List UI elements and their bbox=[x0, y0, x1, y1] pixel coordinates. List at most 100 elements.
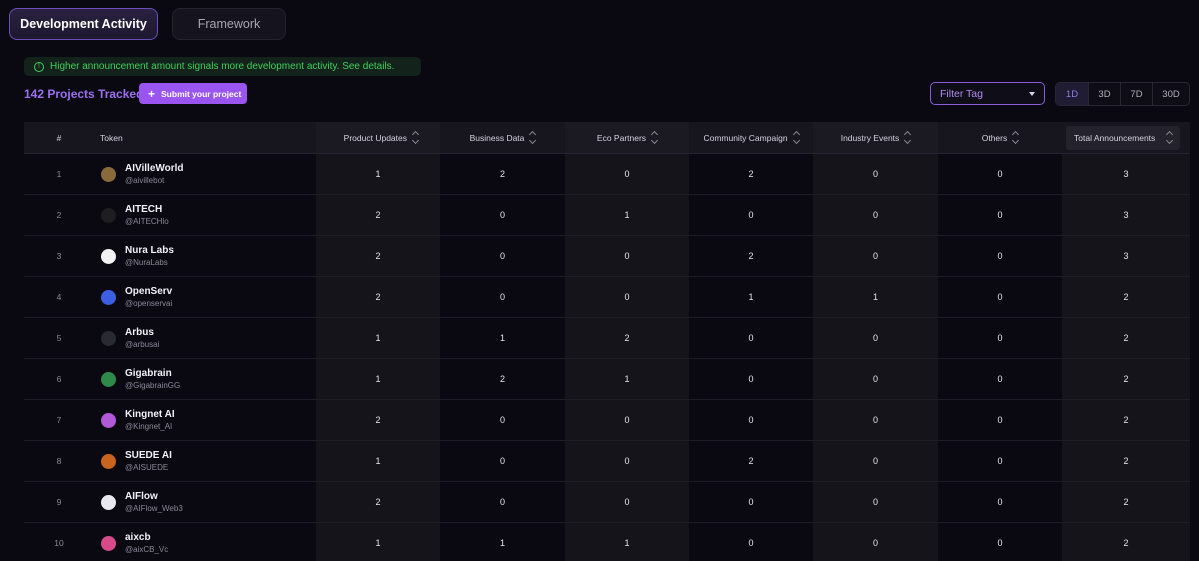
community-campaign-value: 0 bbox=[748, 538, 754, 548]
industry-events-value: 0 bbox=[872, 497, 878, 507]
tab-framework[interactable]: Framework bbox=[172, 8, 286, 40]
business-data-value: 0 bbox=[499, 497, 505, 507]
col-industry-events-label: Industry Events bbox=[840, 132, 900, 143]
col-industry-events-header[interactable]: Industry Events bbox=[813, 122, 938, 153]
token-avatar bbox=[101, 207, 116, 223]
industry-events-cell: 0 bbox=[813, 441, 938, 481]
token-name[interactable]: Gigabrain bbox=[125, 367, 180, 380]
table-header: # Token Product Updates Business Data Ec… bbox=[24, 122, 1190, 154]
token-name[interactable]: OpenServ bbox=[125, 285, 172, 298]
community-campaign-cell: 1 bbox=[689, 277, 813, 317]
industry-events-value: 0 bbox=[872, 251, 878, 261]
others-value: 0 bbox=[997, 497, 1003, 507]
token-name[interactable]: AITECH bbox=[125, 203, 169, 216]
business-data-value: 0 bbox=[499, 415, 505, 425]
table-row[interactable]: 5 Arbus @arbusai 1 1 2 0 0 0 2 bbox=[24, 318, 1190, 359]
community-campaign-cell: 2 bbox=[689, 441, 813, 481]
token-name[interactable]: Kingnet AI bbox=[125, 408, 175, 421]
total-announcements-value: 2 bbox=[1123, 456, 1129, 466]
eco-partners-value: 0 bbox=[624, 497, 630, 507]
table-row[interactable]: 7 Kingnet AI @Kingnet_AI 2 0 0 0 0 0 2 bbox=[24, 400, 1190, 441]
total-announcements-value: 3 bbox=[1123, 251, 1129, 261]
table-row[interactable]: 2 AITECH @AITECHio 2 0 1 0 0 0 3 bbox=[24, 195, 1190, 236]
col-eco-partners-header[interactable]: Eco Partners bbox=[565, 122, 689, 153]
eco-partners-value: 0 bbox=[624, 456, 630, 466]
eco-partners-cell: 0 bbox=[565, 154, 689, 194]
filter-tag-dropdown[interactable]: Filter Tag bbox=[930, 82, 1045, 105]
business-data-value: 2 bbox=[499, 374, 505, 384]
product-updates-cell: 1 bbox=[316, 523, 440, 561]
industry-events-value: 0 bbox=[872, 415, 878, 425]
col-total-announcements-header[interactable]: Total Announcements bbox=[1062, 122, 1190, 153]
product-updates-cell: 2 bbox=[316, 482, 440, 522]
business-data-cell: 1 bbox=[440, 318, 565, 358]
total-announcements-cell: 2 bbox=[1062, 441, 1190, 481]
others-cell: 0 bbox=[938, 523, 1062, 561]
col-total-announcements-label: Total Announcements bbox=[1074, 132, 1156, 143]
col-business-data-header[interactable]: Business Data bbox=[440, 122, 565, 153]
token-name[interactable]: AIFlow bbox=[125, 490, 183, 503]
business-data-cell: 2 bbox=[440, 154, 565, 194]
others-cell: 0 bbox=[938, 400, 1062, 440]
token-cell: Nura Labs @NuraLabs bbox=[94, 236, 316, 276]
token-cell: AIVilleWorld @aivillebot bbox=[94, 154, 316, 194]
sort-icon bbox=[904, 130, 912, 145]
product-updates-cell: 2 bbox=[316, 195, 440, 235]
period-3d[interactable]: 3D bbox=[1088, 83, 1120, 105]
product-updates-cell: 2 bbox=[316, 277, 440, 317]
tab-development-activity[interactable]: Development Activity bbox=[9, 8, 158, 40]
token-avatar bbox=[101, 494, 116, 510]
token-name[interactable]: Nura Labs bbox=[125, 244, 174, 257]
table-row[interactable]: 4 OpenServ @openservai 2 0 0 1 1 0 2 bbox=[24, 277, 1190, 318]
col-product-updates-header[interactable]: Product Updates bbox=[316, 122, 440, 153]
token-avatar bbox=[101, 330, 116, 346]
industry-events-cell: 0 bbox=[813, 359, 938, 399]
token-cell: aixcb @aixCB_Vc bbox=[94, 523, 316, 561]
product-updates-cell: 2 bbox=[316, 236, 440, 276]
period-30d[interactable]: 30D bbox=[1152, 83, 1189, 105]
table-row[interactable]: 3 Nura Labs @NuraLabs 2 0 0 2 0 0 3 bbox=[24, 236, 1190, 277]
col-community-campaign-header[interactable]: Community Campaign bbox=[689, 122, 813, 153]
business-data-cell: 0 bbox=[440, 441, 565, 481]
total-announcements-value: 2 bbox=[1123, 292, 1129, 302]
period-7d[interactable]: 7D bbox=[1120, 83, 1152, 105]
token-name[interactable]: SUEDE AI bbox=[125, 449, 172, 462]
table-row[interactable]: 9 AIFlow @AIFlow_Web3 2 0 0 0 0 0 2 bbox=[24, 482, 1190, 523]
token-handle: @aivillebot bbox=[125, 176, 165, 185]
submit-project-button[interactable]: + Submit your project bbox=[139, 83, 247, 104]
token-name[interactable]: aixcb bbox=[125, 531, 168, 544]
rank-cell: 8 bbox=[24, 441, 94, 481]
col-rank-header: # bbox=[24, 122, 94, 153]
token-avatar bbox=[101, 248, 116, 264]
period-selector: 1D 3D 7D 30D bbox=[1055, 82, 1190, 106]
submit-project-label: Submit your project bbox=[161, 88, 242, 99]
eco-partners-value: 1 bbox=[624, 374, 630, 384]
business-data-value: 0 bbox=[499, 210, 505, 220]
plus-icon: + bbox=[148, 86, 156, 101]
period-1d[interactable]: 1D bbox=[1056, 83, 1088, 105]
community-campaign-value: 0 bbox=[748, 374, 754, 384]
token-avatar bbox=[101, 453, 116, 469]
community-campaign-value: 0 bbox=[748, 333, 754, 343]
col-others-header[interactable]: Others bbox=[938, 122, 1062, 153]
col-others-label: Others bbox=[981, 132, 1008, 143]
total-announcements-cell: 2 bbox=[1062, 318, 1190, 358]
others-cell: 0 bbox=[938, 359, 1062, 399]
token-cell: OpenServ @openservai bbox=[94, 277, 316, 317]
rank-cell: 9 bbox=[24, 482, 94, 522]
community-campaign-cell: 0 bbox=[689, 359, 813, 399]
rank-value: 8 bbox=[56, 456, 62, 466]
table-row[interactable]: 6 Gigabrain @GigabrainGG 1 2 1 0 0 0 2 bbox=[24, 359, 1190, 400]
eco-partners-cell: 0 bbox=[565, 236, 689, 276]
token-info: Nura Labs @NuraLabs bbox=[100, 244, 174, 268]
table-row[interactable]: 1 AIVilleWorld @aivillebot 1 2 0 2 0 0 3 bbox=[24, 154, 1190, 195]
product-updates-value: 2 bbox=[375, 292, 381, 302]
eco-partners-value: 2 bbox=[624, 333, 630, 343]
industry-events-cell: 0 bbox=[813, 236, 938, 276]
table-row[interactable]: 10 aixcb @aixCB_Vc 1 1 1 0 0 0 2 bbox=[24, 523, 1190, 561]
table-row[interactable]: 8 SUEDE AI @AISUEDE 1 0 0 2 0 0 2 bbox=[24, 441, 1190, 482]
rank-value: 10 bbox=[54, 538, 64, 548]
others-cell: 0 bbox=[938, 318, 1062, 358]
token-name[interactable]: AIVilleWorld bbox=[125, 162, 184, 175]
token-name[interactable]: Arbus bbox=[125, 326, 159, 339]
